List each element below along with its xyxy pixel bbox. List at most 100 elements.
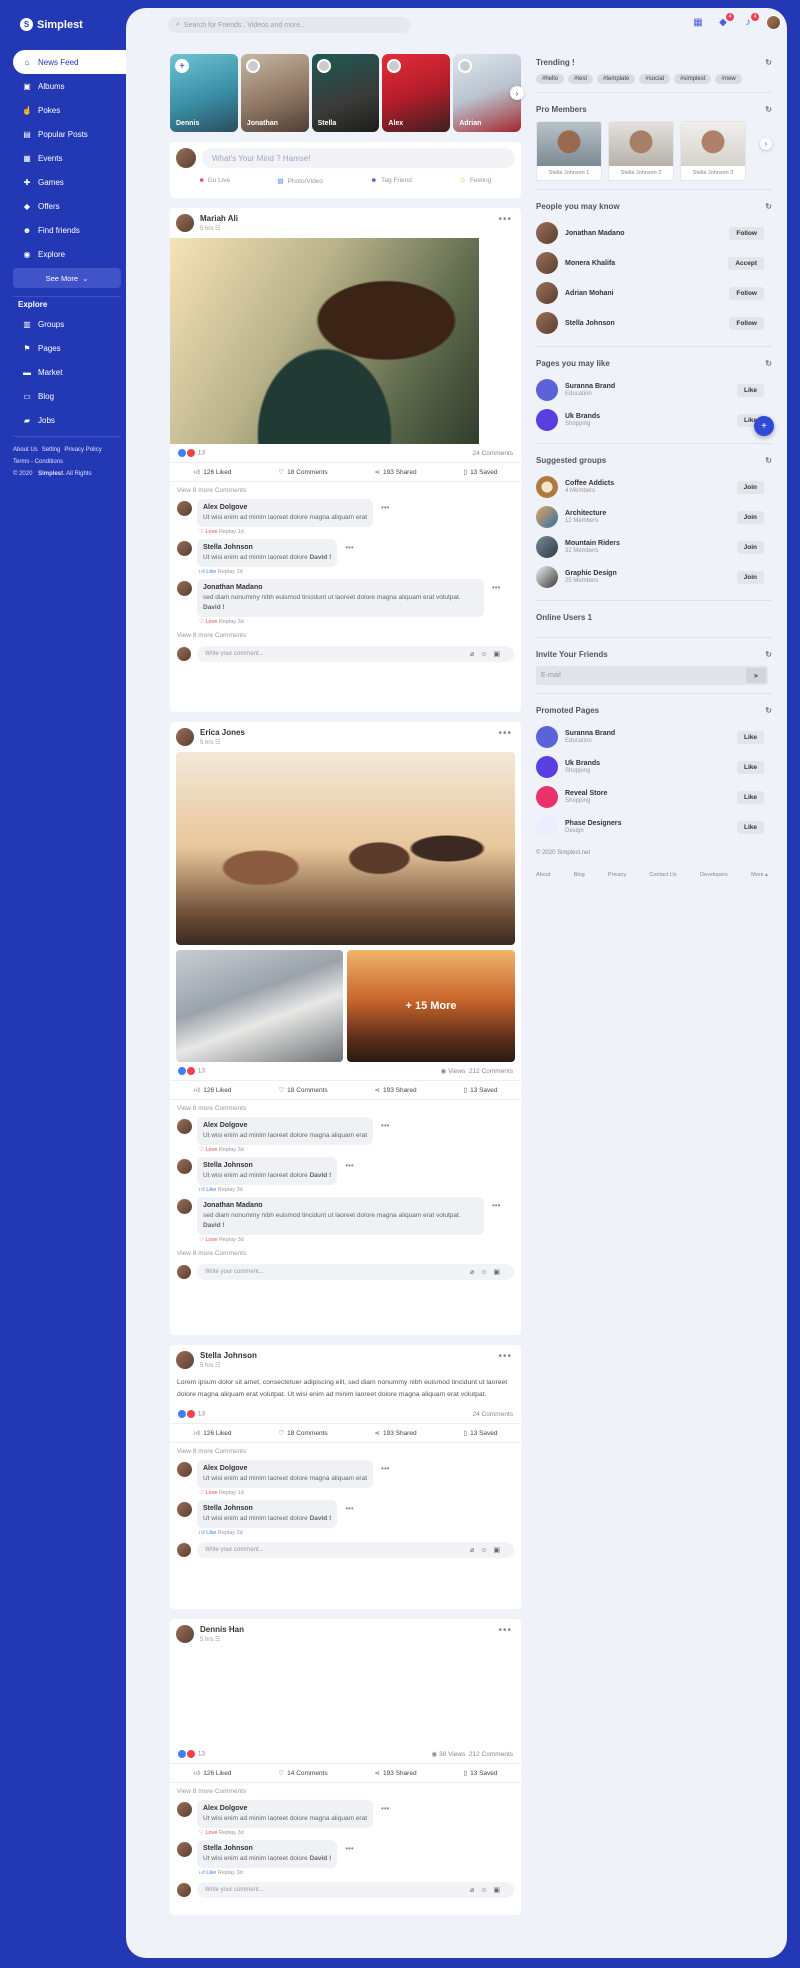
refresh-icon[interactable]: ↻: [765, 58, 772, 67]
person-name[interactable]: Adrian Mohani: [565, 290, 614, 297]
post-author[interactable]: Stella Johnson: [200, 1351, 257, 1360]
see-more-button[interactable]: See More ⌄: [13, 268, 121, 288]
attach-emoji-image-icons[interactable]: ⌀☺▣: [470, 1268, 506, 1276]
floating-action-button[interactable]: +: [754, 416, 774, 436]
love-react[interactable]: ♡ Love: [199, 529, 217, 535]
post-image[interactable]: [176, 752, 515, 945]
reply-link[interactable]: Replay: [218, 1187, 235, 1193]
comment-mention[interactable]: David !: [310, 554, 332, 561]
attach-emoji-image-icons[interactable]: ⌀☺▣: [470, 1546, 506, 1554]
reply-link[interactable]: Replay: [219, 1830, 236, 1836]
comment-menu-icon[interactable]: •••: [381, 503, 389, 535]
comments-button[interactable]: ♡ 14 Comments: [278, 1769, 327, 1777]
composer-input[interactable]: What's Your Mind ? Hamse!: [202, 148, 515, 168]
comment-author[interactable]: Alex Dolgove: [203, 503, 367, 513]
comment-menu-icon[interactable]: •••: [381, 1804, 389, 1836]
reply-link[interactable]: Replay: [219, 619, 236, 625]
love-react[interactable]: ♡ Love: [199, 1237, 217, 1243]
trending-tag[interactable]: #hello: [536, 74, 565, 84]
reply-link[interactable]: Replay: [218, 1530, 235, 1536]
like-page-button[interactable]: Like: [736, 383, 764, 397]
refresh-icon[interactable]: ↻: [765, 202, 772, 211]
comment-menu-icon[interactable]: •••: [345, 543, 353, 575]
sidebar-item-explore[interactable]: ◉ Explore: [13, 242, 126, 266]
more-photos-overlay[interactable]: + 15 More: [405, 1000, 456, 1012]
comment-menu-icon[interactable]: •••: [492, 1201, 500, 1243]
feeling-button[interactable]: ☺ Feeling: [459, 177, 491, 185]
reply-link[interactable]: Replay: [219, 529, 236, 535]
like-page-button[interactable]: Like: [736, 730, 764, 744]
comment-menu-icon[interactable]: •••: [345, 1504, 353, 1536]
comment-author[interactable]: Stella Johnson: [203, 1844, 331, 1854]
view-more-comments[interactable]: View 8 more Comments: [170, 482, 521, 497]
page-name[interactable]: Reveal Store: [565, 790, 607, 797]
join-button[interactable]: Join: [736, 570, 764, 584]
search-input[interactable]: ⌕ Search for Friends , Videos and more..: [168, 17, 410, 33]
comment-count[interactable]: 212 Comments: [469, 1751, 513, 1758]
comment-author[interactable]: Stella Johnson: [203, 1161, 331, 1171]
page-name[interactable]: Suranna Brand: [565, 730, 615, 737]
apps-icon[interactable]: ▦: [691, 16, 705, 30]
share-button[interactable]: ⋖ 193 Shared: [375, 1769, 417, 1777]
love-react[interactable]: ♡ Love: [199, 1147, 217, 1153]
sidebar-item-pokes[interactable]: ☝ Pokes: [13, 98, 126, 122]
person-name[interactable]: Monera Khalifa: [565, 260, 615, 267]
footer-link-about[interactable]: About Us: [13, 447, 38, 453]
refresh-icon[interactable]: ↻: [765, 456, 772, 465]
like-react[interactable]: 👍︎ Like: [199, 1870, 216, 1876]
footer-link-blog[interactable]: Blog: [574, 872, 585, 878]
like-react[interactable]: 👍︎ Like: [199, 1530, 216, 1536]
reaction-summary[interactable]: 13: [178, 1067, 205, 1075]
sidebar-item-news-feed[interactable]: ⌂ News Feed: [13, 50, 126, 74]
trending-tag[interactable]: #test: [568, 74, 594, 84]
sidebar-item-pages[interactable]: ⚑ Pages: [13, 336, 126, 360]
comment-author[interactable]: Jonathan Madano: [203, 1201, 478, 1211]
footer-link-terms[interactable]: Terms - Conditions: [13, 459, 63, 465]
sidebar-item-groups[interactable]: ▥ Groups: [13, 312, 126, 336]
attach-emoji-image-icons[interactable]: ⌀☺▣: [470, 650, 506, 658]
attach-emoji-image-icons[interactable]: ⌀☺▣: [470, 1886, 506, 1894]
view-more-comments[interactable]: View 8 more Comments: [170, 1100, 521, 1115]
pro-members-next-button[interactable]: ›: [760, 138, 772, 150]
messages-icon[interactable]: ◆ 4: [716, 12, 734, 30]
person-name[interactable]: Jonathan Madano: [565, 230, 625, 237]
post-image[interactable]: [170, 238, 479, 444]
sidebar-item-find-friends[interactable]: ☻ Find friends: [13, 218, 126, 242]
view-more-comments[interactable]: View 8 more Comments: [170, 1783, 521, 1798]
comment-input[interactable]: Write your comment... ⌀☺▣: [197, 1264, 514, 1280]
footer-link-about[interactable]: About: [536, 872, 550, 878]
comment-input[interactable]: Write your comment... ⌀☺▣: [197, 646, 514, 662]
love-react[interactable]: ♡ Love: [199, 1830, 217, 1836]
save-button[interactable]: ▯ 13 Saved: [463, 1429, 497, 1437]
love-react[interactable]: ♡ Love: [199, 619, 217, 625]
comment-menu-icon[interactable]: •••: [492, 583, 500, 625]
follow-button[interactable]: Follow: [729, 286, 764, 300]
gallery-image[interactable]: [176, 950, 343, 1062]
comment-mention[interactable]: David !: [203, 604, 225, 611]
comments-button[interactable]: ♡ 18 Comments: [278, 468, 327, 476]
comment-mention[interactable]: David !: [203, 1222, 225, 1229]
group-name[interactable]: Graphic Design: [565, 570, 617, 577]
share-button[interactable]: ⋖ 193 Shared: [375, 1429, 417, 1437]
comment-mention[interactable]: David !: [310, 1515, 332, 1522]
post-menu-icon[interactable]: •••: [498, 214, 512, 225]
reply-link[interactable]: Replay: [218, 569, 235, 575]
join-button[interactable]: Join: [736, 510, 764, 524]
comment-count[interactable]: 24 Comments: [473, 1411, 513, 1418]
sidebar-item-offers[interactable]: ◆ Offers: [13, 194, 126, 218]
pro-member-card[interactable]: Stella Johnson 1: [536, 121, 602, 181]
footer-link-privacy[interactable]: Privacy: [608, 872, 626, 878]
footer-link-privacy[interactable]: Privacy Policy: [64, 447, 101, 453]
join-button[interactable]: Join: [736, 480, 764, 494]
sidebar-item-games[interactable]: ✚ Games: [13, 170, 126, 194]
page-name[interactable]: Suranna Brand: [565, 383, 615, 390]
trending-tag[interactable]: #social: [639, 74, 671, 84]
app-logo[interactable]: S Simplest: [20, 18, 83, 31]
group-name[interactable]: Mountain Riders: [565, 540, 620, 547]
save-button[interactable]: ▯ 13 Saved: [463, 1769, 497, 1777]
like-button[interactable]: 👍︎ 126 Liked: [193, 1769, 231, 1777]
post-author[interactable]: Erica Jones: [200, 728, 245, 737]
reply-link[interactable]: Replay: [219, 1147, 236, 1153]
footer-link-setting[interactable]: Setting: [42, 447, 61, 453]
group-name[interactable]: Coffee Addicts: [565, 480, 614, 487]
